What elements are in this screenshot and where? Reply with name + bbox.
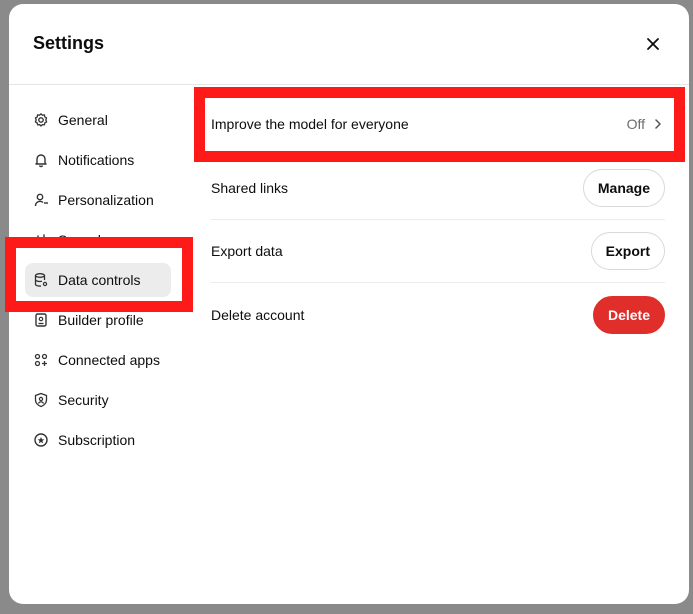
delete-account-row: Delete account Delete [211, 283, 665, 346]
close-button[interactable] [643, 34, 663, 54]
shared-links-row: Shared links Manage [211, 157, 665, 220]
sidebar-item-label: Security [58, 392, 109, 408]
sidebar-item-label: Speech [58, 232, 106, 248]
improve-model-label: Improve the model for everyone [211, 116, 409, 132]
sidebar-item-label: Subscription [58, 432, 136, 448]
delete-button[interactable]: Delete [592, 295, 665, 334]
dialog-title: Settings [33, 33, 105, 53]
manage-button[interactable]: Manage [582, 169, 665, 207]
sidebar-item-data-controls[interactable]: Data controls [25, 263, 171, 297]
sidebar-item-label: Data controls [58, 272, 141, 288]
sidebar-item-label: Builder profile [58, 312, 144, 328]
id-card-icon [33, 312, 49, 328]
person-icon [33, 192, 49, 208]
sidebar-item-label: Connected apps [58, 352, 160, 368]
sidebar-item-label: Personalization [58, 192, 154, 208]
sidebar-item-connected-apps[interactable]: Connected apps [25, 343, 171, 377]
export-button[interactable]: Export [590, 232, 665, 270]
sidebar-item-personalization[interactable]: Personalization [25, 183, 171, 217]
sidebar-item-notifications[interactable]: Notifications [25, 143, 171, 177]
close-icon [643, 34, 663, 54]
settings-sidebar: General Notifications Personalization Sp… [9, 86, 194, 604]
sidebar-item-speech[interactable]: Speech [25, 223, 171, 257]
bell-icon [33, 152, 49, 168]
apps-grid-icon [33, 352, 49, 368]
database-icon [33, 272, 49, 288]
shield-icon [33, 392, 49, 408]
improve-model-value: Off [626, 116, 645, 132]
subscription-icon [33, 432, 49, 448]
export-data-row: Export data Export [211, 220, 665, 283]
delete-account-label: Delete account [211, 306, 305, 323]
settings-dialog: Settings General Notifications Personali… [9, 4, 689, 604]
dialog-header: Settings [9, 4, 689, 85]
export-data-label: Export data [211, 243, 283, 259]
improve-model-toggle[interactable]: Off [627, 116, 665, 132]
shared-links-label: Shared links [211, 180, 289, 196]
chevron-right-icon [651, 117, 665, 131]
sidebar-item-builder-profile[interactable]: Builder profile [25, 303, 171, 337]
sidebar-item-label: General [58, 112, 108, 128]
sidebar-item-label: Notifications [58, 152, 135, 168]
sidebar-item-security[interactable]: Security [25, 383, 171, 417]
gear-icon [33, 112, 49, 128]
waveform-icon [33, 232, 49, 248]
sidebar-item-subscription[interactable]: Subscription [25, 423, 171, 457]
improve-model-row[interactable]: Improve the model for everyone Off [211, 93, 665, 156]
sidebar-item-general[interactable]: General [25, 103, 171, 137]
